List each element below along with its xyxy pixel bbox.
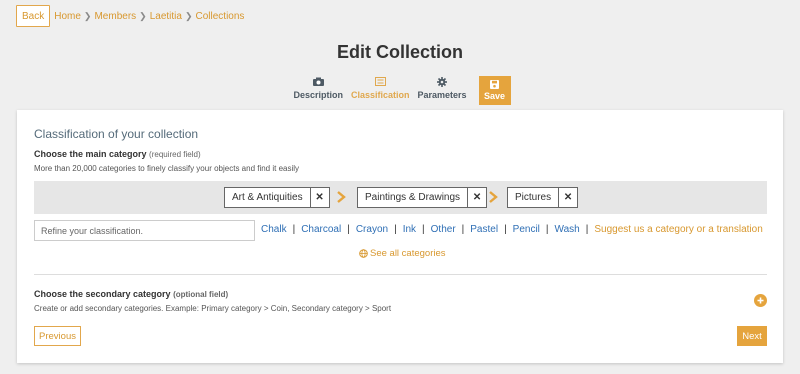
plus-icon — [757, 297, 764, 304]
gear-icon — [437, 75, 448, 88]
chevron-right-icon: ❯ — [83, 10, 92, 21]
tab-parameters[interactable]: Parameters — [418, 75, 467, 100]
chevron-right-icon: ❯ — [139, 10, 147, 21]
category-chip-label: Paintings & Drawings — [365, 192, 461, 203]
page-title: Edit Collection — [337, 42, 463, 62]
category-chip-label: Pictures — [515, 192, 552, 203]
category-chip-label: Art & Antiquities — [232, 192, 303, 203]
chevron-right-icon — [337, 191, 346, 203]
refine-classification-input[interactable] — [34, 220, 255, 241]
globe-icon — [359, 249, 368, 258]
subcategory-link[interactable]: Crayon — [356, 224, 388, 235]
suggest-category-link[interactable]: Suggest us a category or a translation — [594, 224, 762, 235]
add-secondary-category-button[interactable] — [754, 294, 767, 307]
step-tabs: Description Classification Parameters Sa… — [0, 75, 800, 105]
category-chip-level3: Pictures ✕ — [507, 187, 579, 208]
subcategory-link[interactable]: Charcoal — [301, 224, 341, 235]
category-chip-level1: Art & Antiquities ✕ — [224, 187, 330, 208]
section-title: Classification of your collection — [34, 127, 199, 141]
remove-category-button[interactable]: ✕ — [558, 188, 577, 207]
save-button[interactable]: Save — [478, 76, 511, 105]
secondary-category-description: Create or add secondary categories. Exam… — [34, 304, 392, 313]
separator: | — [585, 224, 589, 235]
separator: | — [461, 224, 465, 235]
back-button[interactable]: Back — [16, 5, 51, 27]
separator: | — [292, 224, 296, 235]
subcategory-links: Chalk | Charcoal | Crayon | Ink | Other … — [261, 224, 763, 235]
tab-description[interactable]: Description — [293, 75, 343, 100]
secondary-category-label: Choose the secondary category (optional … — [34, 289, 228, 299]
subcategory-link[interactable]: Ink — [403, 224, 416, 235]
list-icon — [374, 75, 386, 88]
required-hint: (required field) — [149, 150, 201, 159]
previous-button[interactable]: Previous — [34, 326, 81, 346]
separator: | — [504, 224, 507, 235]
breadcrumb-members[interactable]: Members — [94, 11, 136, 22]
subcategory-link[interactable]: Other — [431, 224, 456, 235]
main-category-title: Choose the main category — [34, 149, 147, 159]
category-path: Art & Antiquities ✕ Paintings & Drawings… — [34, 181, 767, 214]
chevron-right-icon: ❯ — [184, 10, 193, 21]
category-chip-level2: Paintings & Drawings ✕ — [357, 187, 488, 208]
camera-icon — [312, 75, 324, 88]
classification-panel: Classification of your collection Choose… — [17, 110, 783, 363]
optional-hint: (optional field) — [173, 290, 229, 299]
tab-description-label: Description — [293, 90, 343, 100]
breadcrumb: Home ❯ Members ❯ Laetitia ❯ Collections — [54, 11, 244, 22]
separator: | — [545, 224, 549, 235]
subcategory-link[interactable]: Wash — [555, 224, 580, 235]
breadcrumb-collections[interactable]: Collections — [196, 11, 245, 22]
remove-category-button[interactable]: ✕ — [467, 188, 486, 207]
main-category-description: More than 20,000 categories to finely cl… — [34, 164, 300, 173]
see-all-categories-link[interactable]: See all categories — [359, 248, 446, 259]
save-label: Save — [484, 91, 506, 101]
separator: | — [422, 224, 425, 235]
top-navigation: Back Home ❯ Members ❯ Laetitia ❯ Collect… — [16, 5, 244, 27]
breadcrumb-home[interactable]: Home — [54, 11, 81, 22]
separator: | — [394, 224, 397, 235]
remove-category-button[interactable]: ✕ — [309, 188, 329, 207]
tab-classification[interactable]: Classification — [351, 75, 410, 100]
tab-parameters-label: Parameters — [417, 90, 467, 100]
chevron-right-icon — [489, 191, 498, 203]
divider — [34, 274, 767, 275]
separator: | — [347, 224, 350, 235]
breadcrumb-member[interactable]: Laetitia — [150, 11, 182, 22]
floppy-disk-icon — [490, 80, 500, 91]
main-category-label: Choose the main category (required field… — [34, 149, 201, 159]
tab-classification-label: Classification — [350, 90, 410, 100]
subcategory-link[interactable]: Pastel — [470, 224, 498, 235]
subcategory-link[interactable]: Pencil — [513, 224, 540, 235]
secondary-category-title: Choose the secondary category — [34, 289, 171, 299]
see-all-label: See all categories — [370, 248, 446, 259]
next-button[interactable]: Next — [737, 326, 767, 346]
subcategory-link[interactable]: Chalk — [261, 224, 287, 235]
